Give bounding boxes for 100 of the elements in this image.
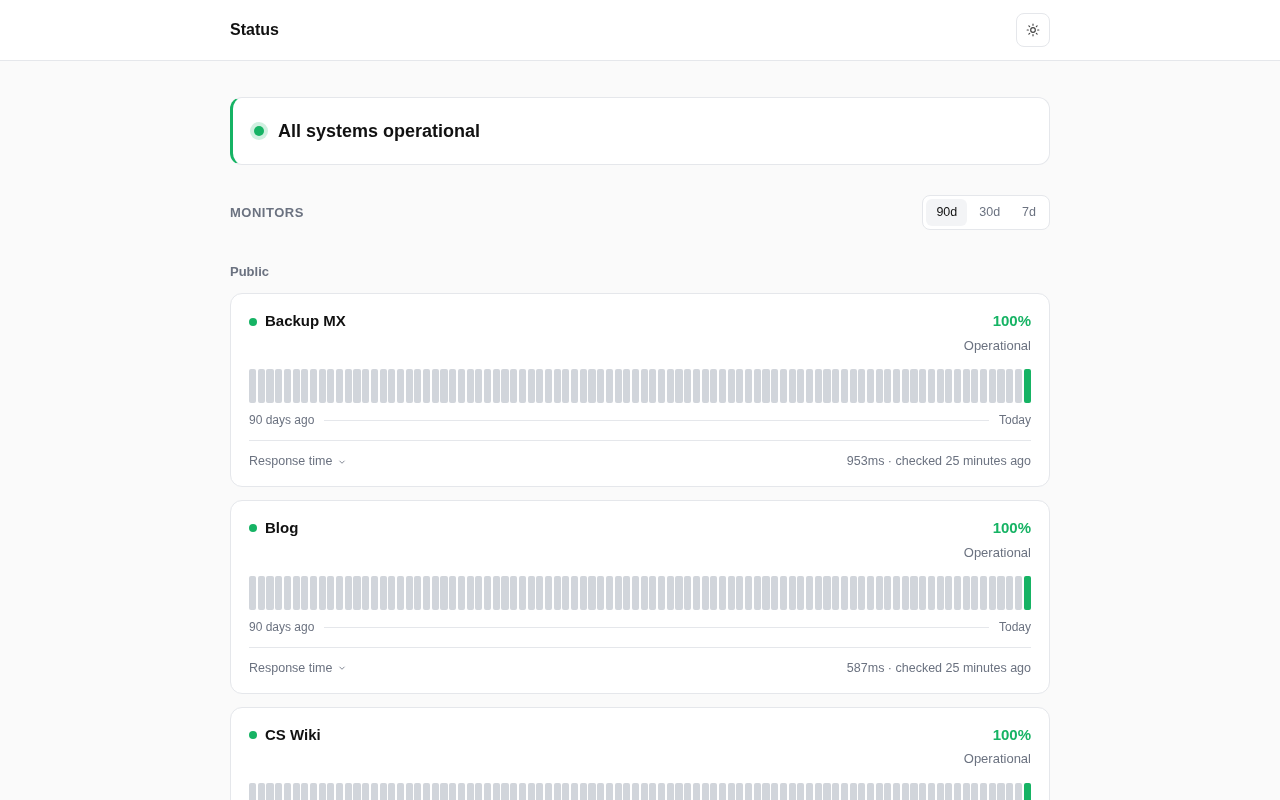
uptime-bar[interactable] — [988, 369, 996, 404]
uptime-bar[interactable] — [779, 369, 787, 404]
uptime-bar[interactable] — [379, 576, 387, 610]
uptime-bar[interactable] — [484, 369, 492, 404]
uptime-bar[interactable] — [309, 576, 318, 610]
uptime-bar[interactable] — [318, 369, 326, 404]
uptime-bar[interactable] — [980, 576, 988, 610]
uptime-bar[interactable] — [858, 576, 866, 610]
uptime-bar[interactable] — [718, 576, 727, 610]
uptime-bar[interactable] — [283, 576, 291, 610]
uptime-bar[interactable] — [631, 369, 640, 404]
uptime-bar[interactable] — [475, 369, 483, 404]
uptime-bar[interactable] — [893, 576, 901, 610]
uptime-bar[interactable] — [736, 576, 744, 610]
uptime-bar[interactable] — [518, 369, 526, 404]
uptime-bar[interactable] — [684, 369, 692, 404]
uptime-bar[interactable] — [971, 576, 979, 610]
uptime-bar[interactable] — [579, 576, 587, 610]
uptime-bar[interactable] — [1023, 369, 1031, 404]
uptime-bar[interactable] — [518, 576, 526, 610]
uptime-bar[interactable] — [484, 576, 492, 610]
uptime-bar[interactable] — [414, 369, 422, 404]
uptime-bar[interactable] — [962, 576, 970, 610]
uptime-bar[interactable] — [701, 576, 709, 610]
uptime-bar[interactable] — [614, 369, 622, 404]
uptime-bar[interactable] — [449, 576, 457, 610]
theme-toggle-button[interactable] — [1016, 13, 1050, 47]
uptime-bar[interactable] — [640, 369, 648, 404]
uptime-bar[interactable] — [336, 369, 344, 404]
uptime-bar[interactable] — [866, 576, 875, 610]
uptime-bar[interactable] — [640, 576, 648, 610]
uptime-bar[interactable] — [753, 576, 761, 610]
uptime-bar[interactable] — [257, 369, 265, 404]
uptime-bar[interactable] — [701, 369, 709, 404]
uptime-bar[interactable] — [875, 369, 883, 404]
uptime-bar[interactable] — [362, 369, 370, 404]
uptime-bar[interactable] — [893, 369, 901, 404]
uptime-bar[interactable] — [536, 576, 544, 610]
uptime-bar[interactable] — [579, 369, 587, 404]
uptime-bar[interactable] — [597, 369, 605, 404]
range-tab[interactable]: 90d — [926, 199, 968, 226]
uptime-bar[interactable] — [980, 369, 988, 404]
uptime-bar[interactable] — [370, 369, 378, 404]
uptime-bar[interactable] — [431, 369, 439, 404]
uptime-bar[interactable] — [762, 369, 770, 404]
response-time-toggle[interactable]: Response time — [249, 452, 348, 471]
uptime-bar[interactable] — [727, 369, 735, 404]
uptime-bar[interactable] — [623, 369, 631, 404]
uptime-bar[interactable] — [605, 369, 613, 404]
uptime-bar[interactable] — [771, 369, 779, 404]
uptime-bar[interactable] — [571, 576, 579, 610]
uptime-bar[interactable] — [344, 369, 352, 404]
uptime-bar[interactable] — [649, 369, 657, 404]
uptime-bar[interactable] — [510, 369, 518, 404]
uptime-bar[interactable] — [832, 576, 840, 610]
uptime-bar[interactable] — [936, 576, 944, 610]
uptime-bar[interactable] — [910, 369, 918, 404]
uptime-bar[interactable] — [301, 576, 309, 610]
uptime-bar[interactable] — [466, 369, 474, 404]
uptime-bar[interactable] — [605, 576, 613, 610]
uptime-bar[interactable] — [457, 576, 465, 610]
uptime-bar[interactable] — [771, 576, 779, 610]
uptime-bar[interactable] — [875, 576, 883, 610]
uptime-bar[interactable] — [249, 576, 257, 610]
uptime-bar[interactable] — [405, 576, 413, 610]
uptime-bar[interactable] — [292, 369, 300, 404]
uptime-bar[interactable] — [710, 576, 718, 610]
uptime-bar[interactable] — [309, 369, 318, 404]
uptime-bar[interactable] — [962, 369, 970, 404]
uptime-bar[interactable] — [988, 576, 996, 610]
uptime-bar[interactable] — [423, 576, 431, 610]
uptime-bar[interactable] — [1014, 369, 1022, 404]
uptime-bar[interactable] — [710, 369, 718, 404]
uptime-bar[interactable] — [692, 369, 700, 404]
uptime-bar[interactable] — [901, 576, 909, 610]
uptime-bar[interactable] — [396, 369, 405, 404]
uptime-bar[interactable] — [353, 369, 361, 404]
uptime-bar[interactable] — [266, 369, 274, 404]
uptime-bar[interactable] — [318, 576, 326, 610]
uptime-bar[interactable] — [971, 369, 979, 404]
uptime-bar[interactable] — [275, 369, 283, 404]
uptime-bar[interactable] — [414, 576, 422, 610]
uptime-bar[interactable] — [571, 369, 579, 404]
uptime-bar[interactable] — [527, 576, 535, 610]
uptime-bar[interactable] — [779, 576, 787, 610]
uptime-bar[interactable] — [275, 576, 283, 610]
uptime-bar[interactable] — [562, 369, 570, 404]
uptime-bar[interactable] — [249, 369, 257, 404]
uptime-bar[interactable] — [544, 576, 552, 610]
uptime-bar[interactable] — [658, 369, 666, 404]
uptime-bar[interactable] — [832, 369, 840, 404]
uptime-bar[interactable] — [884, 369, 892, 404]
uptime-bar[interactable] — [936, 369, 944, 404]
uptime-bar[interactable] — [945, 369, 953, 404]
uptime-bar[interactable] — [927, 369, 935, 404]
uptime-bar[interactable] — [553, 369, 561, 404]
uptime-bar[interactable] — [423, 369, 431, 404]
uptime-bar[interactable] — [997, 369, 1005, 404]
uptime-bar[interactable] — [431, 576, 439, 610]
uptime-bar[interactable] — [806, 576, 814, 610]
